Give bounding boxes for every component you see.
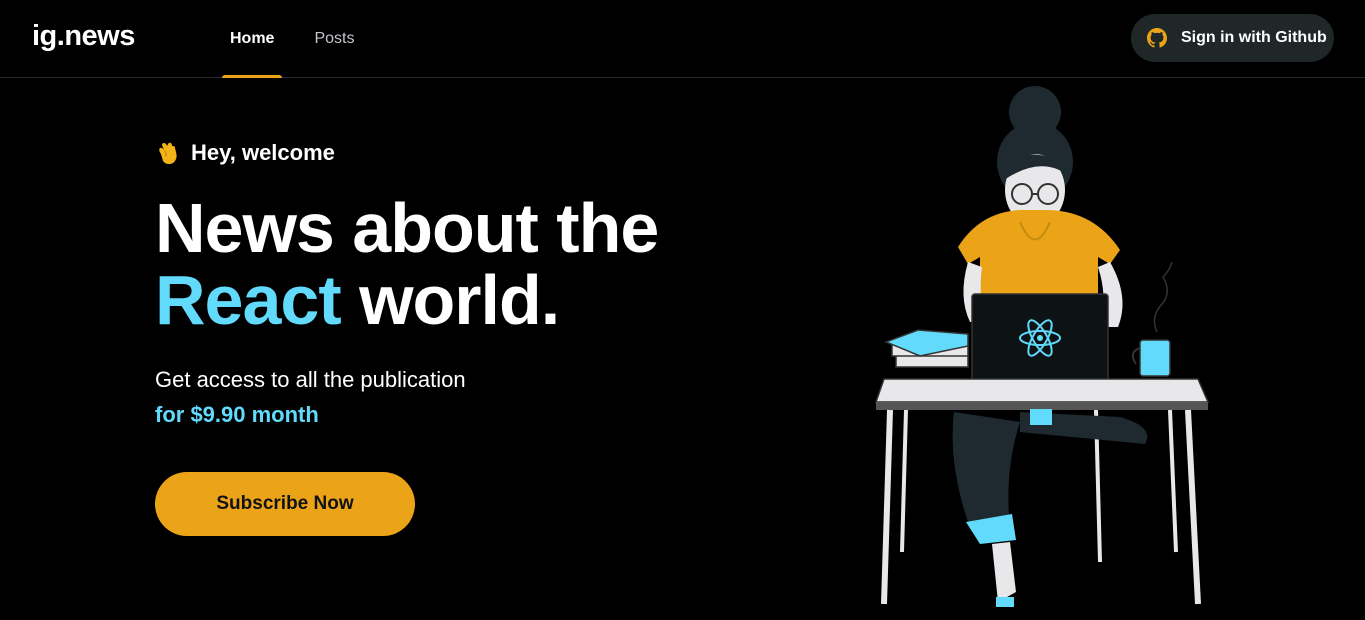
- subscribe-button[interactable]: Subscribe Now: [155, 472, 415, 536]
- sign-in-label: Sign in with Github: [1181, 29, 1327, 46]
- subtitle: Get access to all the publication for $9…: [155, 362, 755, 432]
- sign-in-github-button[interactable]: Sign in with Github: [1131, 14, 1334, 62]
- woman-at-laptop-illustration: [874, 86, 1210, 607]
- headline-accent: React: [155, 261, 342, 339]
- logo[interactable]: ig.news: [32, 20, 135, 53]
- subtitle-text: Get access to all the publication: [155, 367, 466, 392]
- site-header: ig.news Home Posts Sign in with Github: [0, 0, 1365, 78]
- price-text: for $9.90 month: [155, 402, 319, 427]
- main-nav: Home Posts: [222, 0, 386, 78]
- headline-line1: News about the: [155, 189, 659, 267]
- welcome-line: Hey, welcome: [155, 140, 755, 166]
- github-icon: [1147, 28, 1167, 48]
- hero-section: Hey, welcome News about the React world.…: [155, 140, 755, 536]
- waving-hand-icon: [159, 142, 177, 165]
- headline-rest: world.: [340, 261, 560, 339]
- nav-home[interactable]: Home: [222, 0, 283, 78]
- nav-posts[interactable]: Posts: [306, 0, 362, 78]
- headline: News about the React world.: [155, 192, 755, 336]
- welcome-text: Hey, welcome: [191, 140, 335, 165]
